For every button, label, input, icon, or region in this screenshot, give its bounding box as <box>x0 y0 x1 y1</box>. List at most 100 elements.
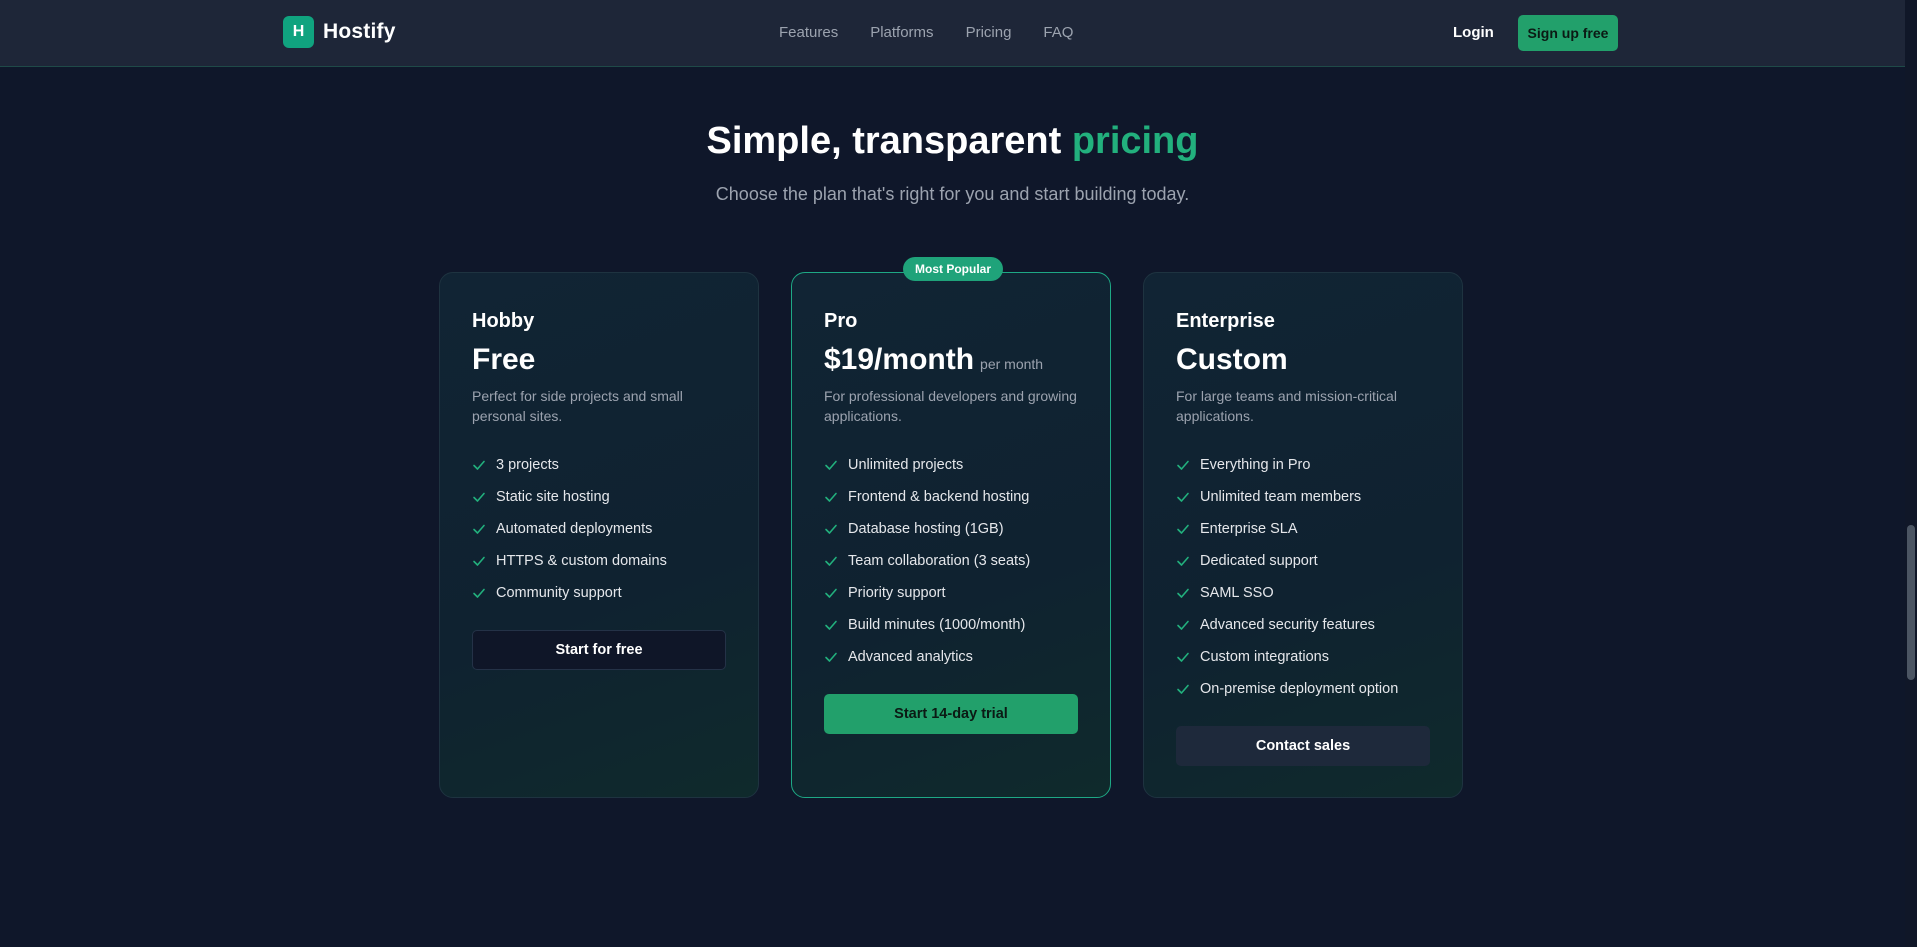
signup-button[interactable]: Sign up free <box>1518 15 1618 51</box>
plan-card-hobby: Hobby Free Perfect for side projects and… <box>439 272 759 798</box>
logo-badge: H <box>283 16 314 48</box>
feature-label: Unlimited team members <box>1200 489 1362 505</box>
contact-sales-button[interactable]: Contact sales <box>1176 726 1430 766</box>
feature-label: Automated deployments <box>496 521 653 537</box>
feature-item: On-premise deployment option <box>1176 673 1398 705</box>
feature-label: Priority support <box>848 585 946 601</box>
start-free-button[interactable]: Start for free <box>472 630 726 670</box>
feature-item: Build minutes (1000/month) <box>824 609 1030 641</box>
feature-label: Static site hosting <box>496 489 610 505</box>
feature-item: Everything in Pro <box>1176 449 1398 481</box>
nav-link-pricing[interactable]: Pricing <box>966 24 1012 41</box>
feature-label: Everything in Pro <box>1200 457 1311 473</box>
plan-price: Custom <box>1176 343 1288 376</box>
check-icon <box>1177 588 1189 598</box>
page-title: Simple, transparent pricing <box>0 120 1905 163</box>
feature-item: Advanced security features <box>1176 609 1398 641</box>
check-icon <box>825 652 837 662</box>
plan-name: Enterprise <box>1176 310 1275 332</box>
check-icon <box>825 620 837 630</box>
check-icon <box>825 460 837 470</box>
feature-item: SAML SSO <box>1176 577 1398 609</box>
feature-label: Database hosting (1GB) <box>848 521 1004 537</box>
feature-item: Unlimited projects <box>824 449 1030 481</box>
feature-label: Advanced analytics <box>848 649 973 665</box>
brand-name: Hostify <box>323 20 396 43</box>
feature-label: Team collaboration (3 seats) <box>848 553 1031 569</box>
plan-period: per month <box>980 356 1044 372</box>
feature-item: Enterprise SLA <box>1176 513 1398 545</box>
check-icon <box>473 460 485 470</box>
scrollbar-thumb[interactable] <box>1907 525 1915 680</box>
price-row: $19/month per month <box>824 343 1043 377</box>
feature-item: Team collaboration (3 seats) <box>824 545 1030 577</box>
feature-list: Unlimited projects Frontend & backend ho… <box>824 449 1030 673</box>
feature-item: 3 projects <box>472 449 667 481</box>
feature-label: Enterprise SLA <box>1200 521 1298 537</box>
feature-item: Automated deployments <box>472 513 667 545</box>
feature-label: 3 projects <box>496 457 559 473</box>
nav-link-faq[interactable]: FAQ <box>1043 24 1073 41</box>
feature-list: 3 projects Static site hosting Automated… <box>472 449 667 609</box>
feature-label: Unlimited projects <box>848 457 964 473</box>
nav-link-features[interactable]: Features <box>779 24 838 41</box>
feature-item: HTTPS & custom domains <box>472 545 667 577</box>
feature-list: Everything in Pro Unlimited team members… <box>1176 449 1398 705</box>
check-icon <box>473 524 485 534</box>
feature-label: On-premise deployment option <box>1200 681 1399 697</box>
check-icon <box>473 556 485 566</box>
most-popular-badge: Most Popular <box>903 257 1004 281</box>
check-icon <box>825 492 837 502</box>
check-icon <box>1177 524 1189 534</box>
plan-description: Perfect for side projects and small pers… <box>472 388 683 424</box>
feature-label: SAML SSO <box>1200 585 1274 601</box>
nav-link-platforms[interactable]: Platforms <box>870 24 933 41</box>
feature-label: Custom integrations <box>1200 649 1329 665</box>
feature-item: Community support <box>472 577 667 609</box>
feature-label: Frontend & backend hosting <box>848 489 1030 505</box>
check-icon <box>1177 556 1189 566</box>
feature-item: Custom integrations <box>1176 641 1398 673</box>
price-row: Free <box>472 343 535 377</box>
plan-description: For large teams and mission-critical app… <box>1176 388 1397 424</box>
check-icon <box>1177 652 1189 662</box>
check-icon <box>825 556 837 566</box>
feature-item: Advanced analytics <box>824 641 1030 673</box>
feature-item: Priority support <box>824 577 1030 609</box>
plan-price: Free <box>472 343 536 376</box>
feature-label: HTTPS & custom domains <box>496 553 667 569</box>
scrollbar[interactable] <box>1905 0 1917 947</box>
check-icon <box>1177 460 1189 470</box>
check-icon <box>1177 620 1189 630</box>
page-subtitle: Choose the plan that's right for you and… <box>715 184 1190 204</box>
plan-card-enterprise: Enterprise Custom For large teams and mi… <box>1143 272 1463 798</box>
plan-price: $19/month <box>824 343 975 376</box>
feature-item: Database hosting (1GB) <box>824 513 1030 545</box>
feature-label: Community support <box>496 585 622 601</box>
check-icon <box>1177 492 1189 502</box>
feature-item: Unlimited team members <box>1176 481 1398 513</box>
feature-item: Dedicated support <box>1176 545 1398 577</box>
brand-logo[interactable]: H Hostify <box>283 16 396 48</box>
feature-label: Dedicated support <box>1200 553 1318 569</box>
plan-card-pro: Most Popular Pro $19/month per month For… <box>791 257 1111 798</box>
login-link[interactable]: Login <box>1453 24 1494 41</box>
nav-links: Features Platforms Pricing FAQ <box>779 24 1073 41</box>
plan-name: Pro <box>824 310 858 332</box>
start-trial-button[interactable]: Start 14-day trial <box>824 694 1078 734</box>
title-main: Simple, transparent <box>706 120 1072 162</box>
feature-item: Frontend & backend hosting <box>824 481 1030 513</box>
feature-label: Build minutes (1000/month) <box>848 617 1026 633</box>
navbar: H Hostify Features Platforms Pricing FAQ… <box>0 0 1905 67</box>
check-icon <box>825 524 837 534</box>
feature-item: Static site hosting <box>472 481 667 513</box>
check-icon <box>473 492 485 502</box>
feature-label: Advanced security features <box>1200 617 1375 633</box>
price-row: Custom <box>1176 343 1288 377</box>
check-icon <box>825 588 837 598</box>
plan-name: Hobby <box>472 310 535 332</box>
plan-description: For professional developers and growing … <box>824 388 1077 424</box>
title-accent: pricing <box>1071 120 1199 162</box>
check-icon <box>473 588 485 598</box>
check-icon <box>1177 684 1189 694</box>
